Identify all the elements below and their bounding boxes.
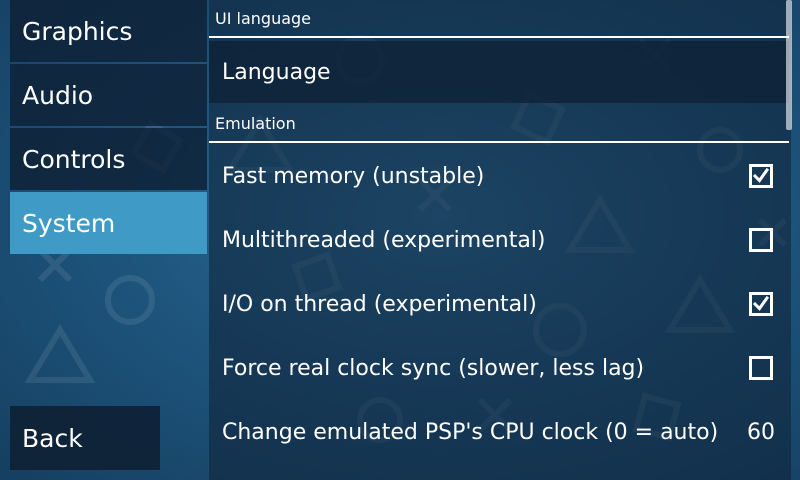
setting-label: Change emulated PSP's CPU clock (0 = aut…: [222, 419, 719, 445]
section-header-label: Emulation: [215, 113, 296, 133]
settings-panel: UI language Language Emulation Fast memo…: [209, 0, 791, 480]
setting-label: Force real clock sync (slower, less lag): [222, 355, 645, 381]
back-button[interactable]: Back: [10, 406, 160, 470]
back-button-label: Back: [22, 423, 83, 453]
section-header-label: UI language: [215, 8, 312, 28]
section-header-ui-language: UI language: [209, 0, 789, 38]
sidebar-item-label: Audio: [22, 80, 94, 110]
setting-label: Fast memory (unstable): [222, 163, 485, 189]
scrollbar[interactable]: [786, 0, 792, 130]
cpu-clock-value: 60: [747, 419, 775, 445]
multithreaded-checkbox[interactable]: [749, 228, 773, 252]
sidebar-item-graphics[interactable]: Graphics: [10, 0, 207, 62]
force-real-clock-sync-setting[interactable]: Force real clock sync (slower, less lag): [209, 337, 789, 399]
setting-label: Language: [222, 59, 331, 85]
sidebar-item-label: Controls: [22, 144, 126, 174]
section-header-emulation: Emulation: [209, 105, 789, 143]
sidebar-item-controls[interactable]: Controls: [10, 128, 207, 190]
io-on-thread-checkbox[interactable]: [749, 292, 773, 316]
sidebar-item-audio[interactable]: Audio: [10, 64, 207, 126]
fast-memory-checkbox[interactable]: [749, 164, 773, 188]
force-real-clock-sync-checkbox[interactable]: [749, 356, 773, 380]
language-setting[interactable]: Language: [209, 41, 789, 103]
io-on-thread-setting[interactable]: I/O on thread (experimental): [209, 273, 789, 335]
sidebar-item-label: System: [22, 208, 116, 238]
checkmark-icon: [753, 168, 769, 183]
sidebar-item-system[interactable]: System: [10, 192, 207, 254]
setting-label: Multithreaded (experimental): [222, 227, 546, 253]
sidebar-item-label: Graphics: [22, 16, 133, 46]
multithreaded-setting[interactable]: Multithreaded (experimental): [209, 209, 789, 271]
checkmark-icon: [753, 296, 769, 311]
setting-label: I/O on thread (experimental): [222, 291, 537, 317]
cpu-clock-setting[interactable]: Change emulated PSP's CPU clock (0 = aut…: [209, 401, 789, 463]
fast-memory-setting[interactable]: Fast memory (unstable): [209, 145, 789, 207]
